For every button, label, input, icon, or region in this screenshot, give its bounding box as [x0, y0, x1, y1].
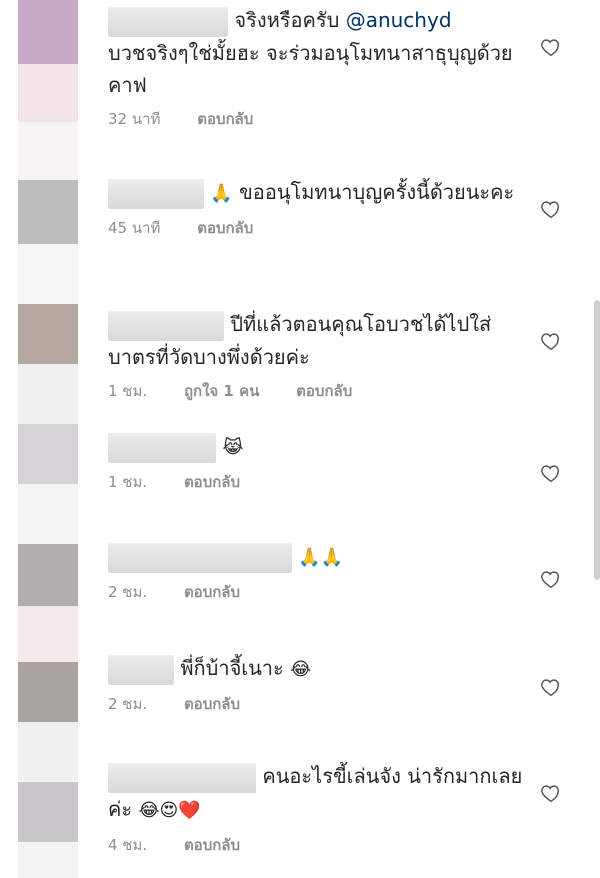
- comment: คนอะไรขี้เล่นจัง น่ารักมากเลยค่ะ 😂😍❤️ 4 …: [108, 760, 538, 857]
- avatar[interactable]: [18, 304, 78, 364]
- emoji: 🙏: [210, 183, 233, 204]
- comment-text: 🙏🙏: [108, 540, 538, 574]
- heart-outline-icon[interactable]: [540, 676, 562, 698]
- comment-meta: 4 ชม. ตอบกลับ: [108, 833, 538, 857]
- comment-meta: 2 ชม. ตอบกลับ: [108, 692, 538, 716]
- heart-outline-icon[interactable]: [540, 462, 562, 484]
- reply-button[interactable]: ตอบกลับ: [184, 695, 240, 713]
- avatar: [18, 122, 78, 180]
- comment-time: 1 ชม.: [108, 381, 148, 400]
- avatar[interactable]: [18, 0, 78, 64]
- emoji: 😂: [290, 659, 312, 680]
- comment-meta: 2 ชม. ตอบกลับ: [108, 580, 538, 604]
- comment-text: คนอะไรขี้เล่นจัง น่ารักมากเลยค่ะ 😂😍❤️: [108, 762, 523, 821]
- avatar: [18, 722, 78, 782]
- heart-outline-icon[interactable]: [540, 782, 562, 804]
- mention-link[interactable]: @anuchyd: [346, 8, 452, 32]
- comment-time: 32 นาที: [108, 109, 161, 128]
- heart-outline-icon[interactable]: [540, 330, 562, 352]
- scrollbar[interactable]: [594, 300, 600, 580]
- comment-text: จริงหรือครับ @anuchyd บวชจริงๆใช่มั้ยฮะ …: [108, 6, 513, 97]
- likes-count[interactable]: ถูกใจ 1 คน: [184, 382, 259, 400]
- avatar: [18, 244, 78, 304]
- comment-meta: 1 ชม. ถูกใจ 1 คน ตอบกลับ: [108, 379, 538, 403]
- avatar[interactable]: [18, 424, 78, 484]
- avatar: [18, 484, 78, 544]
- comment-time: 2 ชม.: [108, 583, 148, 601]
- reply-button[interactable]: ตอบกลับ: [296, 382, 352, 400]
- avatar[interactable]: [18, 782, 78, 842]
- comment-meta: 32 นาที ตอบกลับ: [108, 107, 538, 131]
- avatar[interactable]: [18, 662, 78, 722]
- emoji: 😹: [222, 437, 244, 458]
- comment-text: พี่ก็บ้าจี้เนาะ 😂: [108, 652, 538, 686]
- blurred-username[interactable]: [108, 6, 228, 37]
- heart-outline-icon[interactable]: [540, 36, 562, 58]
- blurred-username[interactable]: [108, 432, 216, 463]
- blurred-username[interactable]: [108, 178, 204, 209]
- avatar[interactable]: [18, 180, 78, 244]
- reply-button[interactable]: ตอบกลับ: [184, 583, 240, 601]
- comment: ปีที่แล้วตอนคุณโอบวชได้ไปใส่บาตรที่วัดบา…: [108, 308, 538, 403]
- avatar: [18, 64, 78, 122]
- emoji: 🙏🙏: [298, 547, 344, 568]
- avatar: [18, 842, 78, 878]
- comment-text: 🙏 ขออนุโมทนาบุญครั้งนี้ด้วยนะคะ: [108, 176, 538, 210]
- reply-button[interactable]: ตอบกลับ: [184, 836, 240, 854]
- avatar: [18, 606, 78, 662]
- blurred-username[interactable]: [108, 762, 256, 793]
- comment-meta: 1 ชม. ตอบกลับ: [108, 470, 538, 494]
- heart-outline-icon[interactable]: [540, 568, 562, 590]
- comment-time: 4 ชม.: [108, 835, 148, 854]
- avatar[interactable]: [18, 544, 78, 606]
- avatar-column: [18, 0, 78, 878]
- comment: 🙏 ขออนุโมทนาบุญครั้งนี้ด้วยนะคะ 45 นาที …: [108, 176, 538, 240]
- comment-time: 2 ชม.: [108, 695, 148, 713]
- blurred-username[interactable]: [108, 310, 224, 341]
- blurred-username[interactable]: [108, 542, 292, 573]
- reply-button[interactable]: ตอบกลับ: [197, 110, 253, 128]
- comment-time: 1 ชม.: [108, 473, 148, 491]
- comment-time: 45 นาที: [108, 219, 161, 237]
- comment-meta: 45 นาที ตอบกลับ: [108, 216, 538, 240]
- comment: พี่ก็บ้าจี้เนาะ 😂 2 ชม. ตอบกลับ: [108, 652, 538, 716]
- comment-text: ปีที่แล้วตอนคุณโอบวชได้ไปใส่บาตรที่วัดบา…: [108, 310, 492, 369]
- comment: 😹 1 ชม. ตอบกลับ: [108, 430, 538, 494]
- reply-button[interactable]: ตอบกลับ: [184, 473, 240, 491]
- avatar: [18, 364, 78, 424]
- comment: 🙏🙏 2 ชม. ตอบกลับ: [108, 540, 538, 604]
- comment: จริงหรือครับ @anuchyd บวชจริงๆใช่มั้ยฮะ …: [108, 4, 538, 131]
- blurred-username[interactable]: [108, 654, 174, 685]
- emoji: 😂😍❤️: [138, 799, 201, 821]
- comment-text: 😹: [108, 430, 538, 464]
- reply-button[interactable]: ตอบกลับ: [197, 219, 253, 237]
- heart-outline-icon[interactable]: [540, 198, 562, 220]
